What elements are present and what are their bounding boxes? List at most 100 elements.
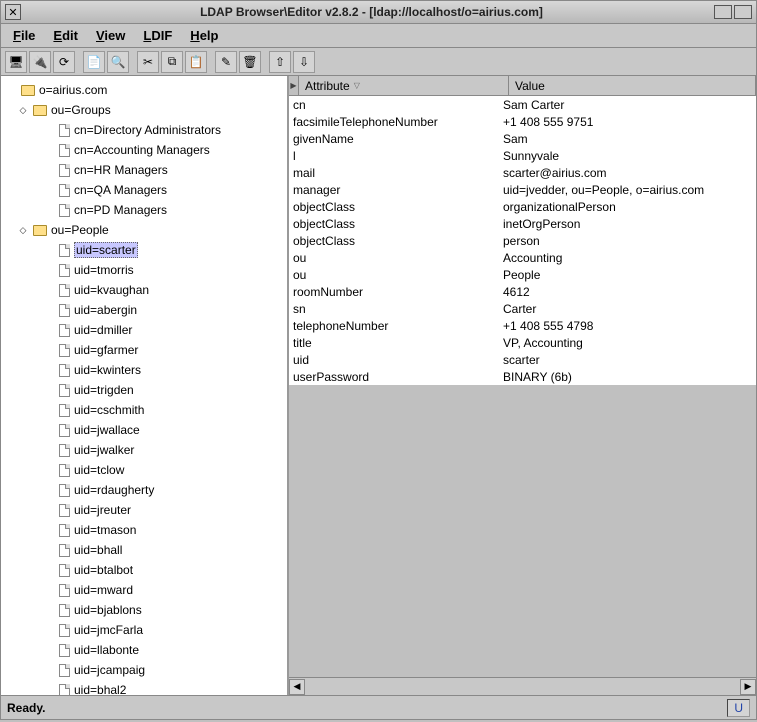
tree-spacer [43,204,55,216]
tree-node[interactable]: uid=jmcFarla [3,620,285,640]
table-row[interactable]: manageruid=jvedder, ou=People, o=airius.… [289,181,756,198]
attr-name: objectClass [289,234,499,248]
tree-panel[interactable]: o=airius.com◇ou=Groupscn=Directory Admin… [1,76,289,695]
attr-name: roomNumber [289,285,499,299]
table-row[interactable]: lSunnyvale [289,147,756,164]
status-indicator: U [727,699,750,717]
tree-spacer [43,184,55,196]
close-icon[interactable]: ✕ [5,4,21,20]
tree-node[interactable]: uid=dmiller [3,320,285,340]
table-row[interactable]: objectClassorganizationalPerson [289,198,756,215]
maximize-button[interactable] [734,5,752,19]
table-row[interactable]: cnSam Carter [289,96,756,113]
tree-node[interactable]: cn=HR Managers [3,160,285,180]
tree-node[interactable]: uid=mward [3,580,285,600]
tree-node[interactable]: uid=cschmith [3,400,285,420]
attribute-table-body[interactable]: cnSam CarterfacsimileTelephoneNumber+1 4… [289,96,756,385]
menu-help[interactable]: Help [182,26,226,45]
tree-node[interactable]: uid=trigden [3,380,285,400]
copy-icon[interactable]: ⧉ [161,51,183,73]
tree-node[interactable]: uid=abergin [3,300,285,320]
tree-node[interactable]: uid=btalbot [3,560,285,580]
column-value[interactable]: Value [509,76,756,95]
tree-node[interactable]: uid=jwalker [3,440,285,460]
table-row[interactable]: roomNumber4612 [289,283,756,300]
tree-node[interactable]: uid=jreuter [3,500,285,520]
search-icon[interactable]: 🔍 [107,51,129,73]
tree-node[interactable]: uid=tclow [3,460,285,480]
column-attribute[interactable]: Attribute▽ [299,76,509,95]
tree-node[interactable]: uid=tmorris [3,260,285,280]
scroll-left-icon[interactable]: ◀ [289,679,305,695]
table-row[interactable]: snCarter [289,300,756,317]
table-row[interactable]: ouPeople [289,266,756,283]
table-row[interactable]: titleVP, Accounting [289,334,756,351]
table-row[interactable]: ouAccounting [289,249,756,266]
file-icon [59,124,70,137]
file-icon [59,324,70,337]
refresh-icon[interactable]: ⟳ [53,51,75,73]
titlebar: ✕ LDAP Browser\Editor v2.8.2 - [ldap://l… [0,0,757,24]
tree-spacer [43,284,55,296]
tree-spacer [43,644,55,656]
paste-icon[interactable]: 📋 [185,51,207,73]
menu-ldif[interactable]: LDIF [135,26,180,45]
table-row[interactable]: mailscarter@airius.com [289,164,756,181]
tree-spacer [43,564,55,576]
tree-node[interactable]: uid=scarter [3,240,285,260]
horizontal-scrollbar[interactable]: ◀ ▶ [289,677,756,695]
menu-edit[interactable]: Edit [45,26,86,45]
minimize-button[interactable] [714,5,732,19]
tree-spacer [43,524,55,536]
folder-icon [21,85,35,96]
tree-node-label: ou=People [51,223,109,237]
table-row[interactable]: userPasswordBINARY (6b) [289,368,756,385]
attr-value: +1 408 555 4798 [499,319,756,333]
table-row[interactable]: uidscarter [289,351,756,368]
tree-node[interactable]: uid=kwinters [3,360,285,380]
tree-node[interactable]: uid=tmason [3,520,285,540]
tree-node[interactable]: cn=Directory Administrators [3,120,285,140]
row-selector-icon[interactable]: ▶ [289,76,299,95]
tree-node[interactable]: uid=jwallace [3,420,285,440]
table-row[interactable]: facsimileTelephoneNumber+1 408 555 9751 [289,113,756,130]
delete-icon[interactable]: 🗑 [239,51,261,73]
tree-node[interactable]: cn=PD Managers [3,200,285,220]
tree-node[interactable]: ◇ou=Groups [3,100,285,120]
tree-node[interactable]: uid=bjablons [3,600,285,620]
tree-node[interactable]: uid=kvaughan [3,280,285,300]
table-row[interactable]: objectClassinetOrgPerson [289,215,756,232]
import-icon[interactable]: ⇩ [293,51,315,73]
tree-node[interactable]: ◇ ou=People [3,220,285,240]
tree-node[interactable]: uid=rdaugherty [3,480,285,500]
edit-icon[interactable]: ✎ [215,51,237,73]
tree-node[interactable]: o=airius.com [3,80,285,100]
file-icon [59,284,70,297]
tree-node[interactable]: uid=bhall [3,540,285,560]
tree-node[interactable]: uid=jcampaig [3,660,285,680]
menu-file[interactable]: File [5,26,43,45]
export-icon[interactable]: ⇧ [269,51,291,73]
new-entry-icon[interactable]: 📄 [83,51,105,73]
connect-icon[interactable]: 🖥 [5,51,27,73]
table-row[interactable]: telephoneNumber+1 408 555 4798 [289,317,756,334]
table-row[interactable]: givenNameSam [289,130,756,147]
tree-node[interactable]: cn=QA Managers [3,180,285,200]
tree-spacer [43,404,55,416]
scroll-right-icon[interactable]: ▶ [740,679,756,695]
menu-view[interactable]: View [88,26,133,45]
tree-toggle-icon[interactable]: ◇ [17,224,29,236]
tree-node[interactable]: cn=Accounting Managers [3,140,285,160]
tree-node[interactable]: uid=llabonte [3,640,285,660]
tree-spacer [43,124,55,136]
scroll-track[interactable] [305,679,740,695]
tree-node[interactable]: uid=bhal2 [3,680,285,695]
tree-spacer [43,244,55,256]
table-row[interactable]: objectClassperson [289,232,756,249]
disconnect-icon[interactable]: 🔌 [29,51,51,73]
tree-toggle-icon[interactable]: ◇ [17,104,29,116]
cut-icon[interactable]: ✂ [137,51,159,73]
attr-value: Sam [499,132,756,146]
attr-name: ou [289,268,499,282]
tree-node[interactable]: uid=gfarmer [3,340,285,360]
